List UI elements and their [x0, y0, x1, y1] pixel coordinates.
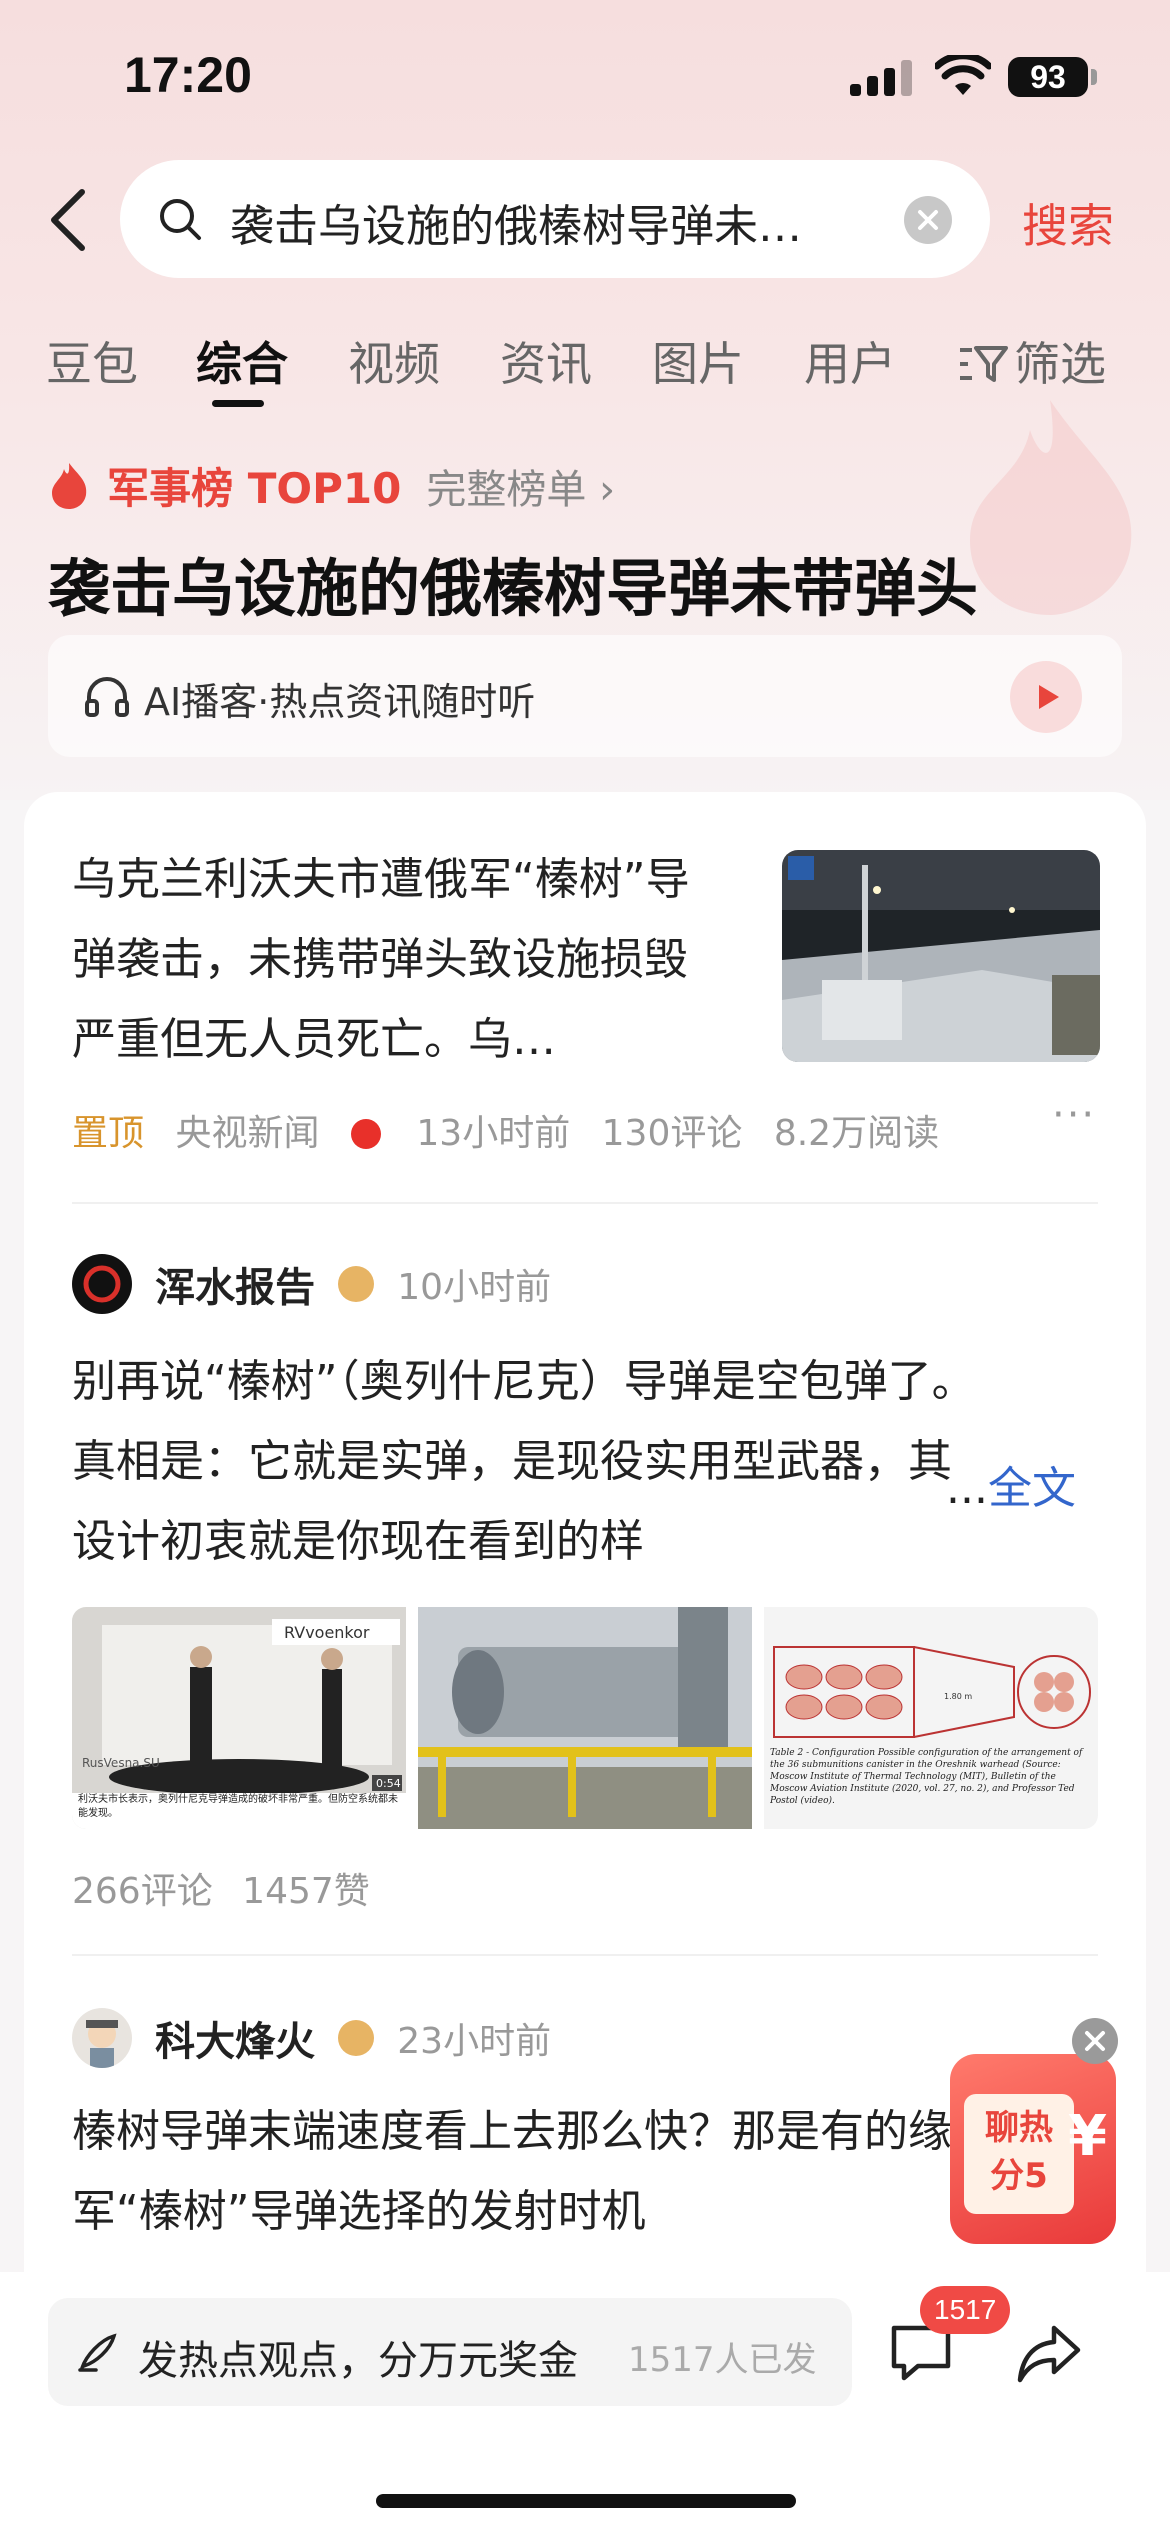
fire-icon	[52, 463, 87, 509]
ai-podcast-label: AI播客·热点资讯随时听	[144, 680, 536, 724]
comment-count-badge: 1517	[920, 2286, 1011, 2334]
pen-icon	[78, 2333, 117, 2372]
rank-title: 军事榜 TOP10	[107, 464, 402, 513]
tab-news[interactable]: 资讯	[500, 328, 592, 394]
post-author-row[interactable]: 浑水报告 10小时前	[72, 1254, 551, 1318]
full-text-link[interactable]: ...全文	[946, 1452, 1076, 1516]
play-button[interactable]	[1010, 661, 1082, 733]
wifi-icon	[935, 55, 991, 95]
hot-rank-line[interactable]: 军事榜 TOP10 完整榜单 ›	[48, 455, 615, 515]
news-thumbnail[interactable]	[782, 850, 1100, 1062]
tab-filter-label: 筛选	[1014, 337, 1106, 391]
search-results-card: 乌克兰利沃夫市遭俄军“榛树”导弹袭击，未携带弹头致设施损毁严重但无人员死亡。乌……	[24, 792, 1146, 2272]
close-red-packet-button[interactable]	[1072, 2018, 1118, 2064]
tab-filter[interactable]: 筛选	[958, 328, 1106, 394]
tab-images[interactable]: 图片	[652, 328, 744, 394]
image-channel-tag: RVvoenkor	[284, 1623, 370, 1642]
battery-cap	[1091, 69, 1097, 85]
yen-icon: ¥	[1068, 2104, 1107, 2169]
author-name[interactable]: 浑水报告	[155, 1265, 315, 1311]
pinned-label: 置顶	[72, 1113, 145, 1154]
avatar-cartoon-icon	[86, 2020, 118, 2068]
post-image[interactable]: RVvoenkor RusVesna.SU 0:54 利沃夫市长表示，奥列什尼克…	[72, 1607, 406, 1829]
post-opinion-input[interactable]: 发热点观点，分万元奖金 1517人已发	[48, 2298, 852, 2406]
avatar[interactable]	[72, 1254, 132, 1314]
status-bar: 17:20 93	[0, 0, 1170, 150]
red-packet-card: 聊热 分5	[964, 2094, 1074, 2214]
cellular-signal-icon	[850, 60, 912, 96]
post-body[interactable]: 别再说“榛树”（奥列什尼克）导弹是空包弹了。真相是：它就是实弹，是现役实用型武器…	[72, 1342, 1098, 1582]
avatar[interactable]	[72, 2008, 132, 2068]
close-icon	[918, 210, 938, 230]
hot-headline[interactable]: 袭击乌设施的俄榛树导弹未带弹头	[48, 538, 978, 628]
post-image[interactable]: 1.80 m Table 2 - Configuration Possible …	[764, 1607, 1098, 1829]
flame-decoration-icon	[970, 400, 1132, 615]
status-time: 17:20	[124, 47, 252, 103]
filter-icon	[960, 346, 1008, 382]
post-time: 10小时前	[397, 1267, 552, 1308]
image-caption: 利沃夫市长表示，奥列什尼克导弹造成的破坏非常严重。但防空系统都未能发现。	[78, 1794, 398, 1819]
interview-video-thumbnail: RVvoenkor RusVesna.SU 0:54 利沃夫市长表示，奥列什尼克…	[72, 1607, 406, 1829]
clear-search-button[interactable]	[904, 196, 952, 244]
news-comments: 130评论	[601, 1113, 743, 1154]
red-packet-line1: 聊热	[985, 2108, 1053, 2148]
warhead-diagram: 1.80 m Table 2 - Configuration Possible …	[764, 1607, 1098, 1829]
post-stats: 266评论 1457赞	[72, 1862, 388, 1914]
participant-count: 1517人已发	[628, 2340, 817, 2380]
news-meta: 置顶 央视新闻 13小时前 130评论 8.2万阅读	[72, 1104, 959, 1156]
search-category-tabs: 豆包 综合 视频 资讯 图片 用户 筛选	[0, 320, 1170, 420]
search-query-text: 袭击乌设施的俄榛树导弹未…	[230, 201, 802, 252]
red-packet-line2: 分5	[990, 2156, 1048, 2196]
tab-comprehensive[interactable]: 综合	[196, 328, 288, 394]
search-button[interactable]: 搜索	[1022, 190, 1114, 256]
post-likes[interactable]: 1457赞	[242, 1871, 370, 1912]
divider	[72, 1954, 1098, 1956]
post-image[interactable]	[418, 1607, 752, 1829]
more-options-button[interactable]: ···	[1052, 1092, 1096, 1138]
news-source[interactable]: 央视新闻	[175, 1113, 319, 1154]
active-tab-indicator	[212, 400, 264, 407]
diagram-caption: Table 2 - Configuration Possible configu…	[770, 1748, 1083, 1806]
post-body[interactable]: 榛树导弹末端速度看上去那么快？那是有的缘故。俄军“榛树”导弹选择的发射时机	[72, 2092, 1098, 2262]
verified-icon	[350, 1119, 381, 1149]
news-summary[interactable]: 乌克兰利沃夫市遭俄军“榛树”导弹袭击，未携带弹头致设施损毁严重但无人员死亡。乌…	[72, 840, 712, 1080]
share-icon[interactable]	[1016, 2320, 1082, 2386]
verified-badge-icon	[338, 1266, 375, 1302]
post-image-row: RVvoenkor RusVesna.SU 0:54 利沃夫市长表示，奥列什尼克…	[72, 1607, 1098, 1829]
diagram-dimension: 1.80 m	[944, 1692, 972, 1701]
ellipsis: ...	[946, 1463, 988, 1514]
ai-podcast-bar[interactable]: AI播客·热点资讯随时听	[48, 635, 1122, 757]
battery-indicator: 93	[1008, 57, 1088, 97]
home-indicator	[376, 2494, 796, 2508]
bottom-action-bar: 发热点观点，分万元奖金 1517人已发 1517	[0, 2272, 1170, 2532]
post-opinion-label: 发热点观点，分万元奖金	[138, 2338, 578, 2384]
search-icon	[160, 199, 201, 240]
divider	[72, 1202, 1098, 1204]
search-input[interactable]: 袭击乌设施的俄榛树导弹未…	[120, 160, 990, 278]
back-arrow-icon[interactable]	[40, 180, 100, 260]
full-text-label: 全文	[987, 1463, 1076, 1514]
news-time: 13小时前	[416, 1113, 571, 1154]
headphone-icon	[85, 677, 129, 717]
image-duration: 0:54	[376, 1777, 401, 1790]
missile-launcher-photo	[418, 1607, 752, 1829]
close-icon	[1085, 2031, 1105, 2051]
red-packet-widget[interactable]: 聊热 分5 ¥	[950, 2054, 1116, 2244]
post-comments[interactable]: 266评论	[72, 1871, 213, 1912]
tab-users[interactable]: 用户	[804, 328, 896, 394]
author-name[interactable]: 科大烽火	[155, 2019, 315, 2065]
image-watermark: RusVesna.SU	[82, 1756, 160, 1770]
post-time: 23小时前	[397, 2021, 552, 2062]
play-icon	[1039, 685, 1059, 709]
tab-doubao[interactable]: 豆包	[46, 328, 138, 394]
news-reads: 8.2万阅读	[773, 1113, 940, 1154]
post-author-row[interactable]: 科大烽火 23小时前	[72, 2008, 551, 2072]
tab-video[interactable]: 视频	[348, 328, 440, 394]
snowy-night-scene	[782, 850, 1100, 1062]
full-list-link[interactable]: 完整榜单 ›	[426, 467, 615, 513]
avatar-logo-icon	[83, 1265, 121, 1303]
verified-badge-icon	[338, 2020, 375, 2056]
